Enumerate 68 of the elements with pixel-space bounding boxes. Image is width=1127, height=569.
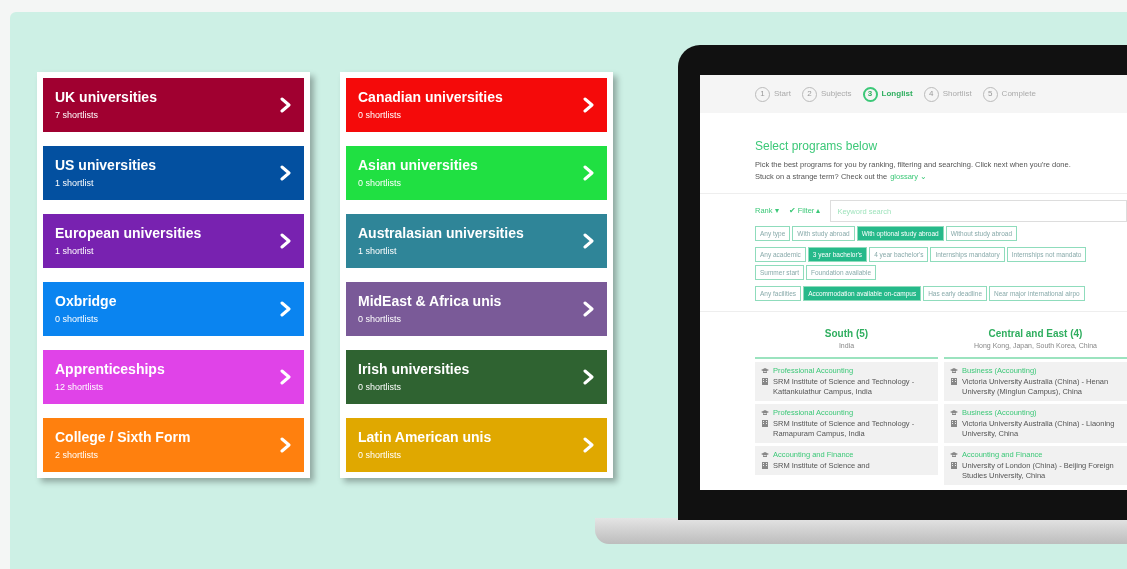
step-indicator[interactable]: 5 Complete bbox=[982, 86, 1036, 102]
list-card[interactable]: Latin American unis 0 shortlists bbox=[346, 418, 607, 472]
graduation-cap-icon bbox=[950, 409, 958, 416]
card-title: Latin American unis bbox=[358, 429, 492, 447]
shortlist-count: 0 shortlists bbox=[358, 449, 402, 461]
list-card[interactable]: Irish universities 0 shortlists bbox=[346, 350, 607, 404]
card-title: European universities bbox=[55, 225, 202, 243]
card-title: MidEast & Africa unis bbox=[358, 293, 502, 311]
card-title: Apprenticeships bbox=[55, 361, 165, 379]
shortlist-count: 12 shortlists bbox=[55, 381, 105, 393]
shortlist-count: 1 shortlist bbox=[55, 245, 95, 257]
chevron-right-icon bbox=[583, 369, 595, 385]
graduation-cap-icon bbox=[761, 367, 769, 374]
card-title: Asian universities bbox=[358, 157, 478, 175]
card-title: Oxbridge bbox=[55, 293, 117, 311]
shortlist-count: 1 shortlist bbox=[358, 245, 398, 257]
list-card[interactable]: Canadian universities 0 shortlists bbox=[346, 78, 607, 132]
shortlist-count: 7 shortlists bbox=[55, 109, 99, 121]
chevron-right-icon bbox=[280, 301, 292, 317]
chevron-right-icon bbox=[583, 301, 595, 317]
chevron-right-icon bbox=[583, 97, 595, 113]
shortlist-count: 0 shortlists bbox=[55, 313, 99, 325]
graduation-cap-icon bbox=[950, 367, 958, 374]
list-card[interactable]: Apprenticeships 12 shortlists bbox=[43, 350, 304, 404]
chevron-right-icon bbox=[280, 369, 292, 385]
chevron-right-icon bbox=[583, 233, 595, 249]
shortlist-count: 1 shortlist bbox=[55, 177, 95, 189]
section-heading: Select programs below bbox=[755, 138, 879, 155]
list-card[interactable]: MidEast & Africa unis 0 shortlists bbox=[346, 282, 607, 336]
list-card[interactable]: US universities 1 shortlist bbox=[43, 146, 304, 200]
graduation-cap-icon bbox=[761, 451, 769, 458]
region-title: South (5) bbox=[824, 327, 869, 341]
card-title: Australasian universities bbox=[358, 225, 524, 243]
step-indicator[interactable]: 3 Longlist bbox=[862, 86, 913, 102]
list-card[interactable]: Oxbridge 0 shortlists bbox=[43, 282, 304, 336]
graduation-cap-icon bbox=[950, 451, 958, 458]
list-card[interactable]: UK universities 7 shortlists bbox=[43, 78, 304, 132]
graduation-cap-icon bbox=[761, 409, 769, 416]
card-title: College / Sixth Form bbox=[55, 429, 191, 447]
step-indicator[interactable]: 4 Shortlist bbox=[923, 86, 972, 102]
building-icon bbox=[951, 419, 957, 427]
list-card[interactable]: Asian universities 0 shortlists bbox=[346, 146, 607, 200]
shortlist-count: 0 shortlists bbox=[358, 109, 402, 121]
card-title: Canadian universities bbox=[358, 89, 503, 107]
card-title: US universities bbox=[55, 157, 157, 175]
shortlist-count: 0 shortlists bbox=[358, 313, 402, 325]
chevron-right-icon bbox=[583, 437, 595, 453]
region-title: Central and East (4) bbox=[988, 327, 1083, 341]
chevron-right-icon bbox=[280, 97, 292, 113]
list-card[interactable]: Australasian universities 1 shortlist bbox=[346, 214, 607, 268]
chevron-right-icon bbox=[280, 233, 292, 249]
card-title: UK universities bbox=[55, 89, 157, 107]
building-icon bbox=[762, 461, 768, 469]
shortlist-count: 0 shortlists bbox=[358, 177, 402, 189]
building-icon bbox=[762, 419, 768, 427]
shortlist-count: 0 shortlists bbox=[358, 381, 402, 393]
building-icon bbox=[951, 377, 957, 385]
building-icon bbox=[762, 377, 768, 385]
list-card[interactable]: European universities 1 shortlist bbox=[43, 214, 304, 268]
chevron-right-icon bbox=[280, 165, 292, 181]
building-icon bbox=[951, 461, 957, 469]
step-indicator[interactable]: 2 Subjects bbox=[801, 86, 852, 102]
list-card[interactable]: College / Sixth Form 2 shortlists bbox=[43, 418, 304, 472]
step-indicator[interactable]: 1 Start bbox=[755, 86, 791, 102]
card-title: Irish universities bbox=[358, 361, 470, 379]
chevron-right-icon bbox=[280, 437, 292, 453]
chevron-right-icon bbox=[583, 165, 595, 181]
shortlist-count: 2 shortlists bbox=[55, 449, 99, 461]
